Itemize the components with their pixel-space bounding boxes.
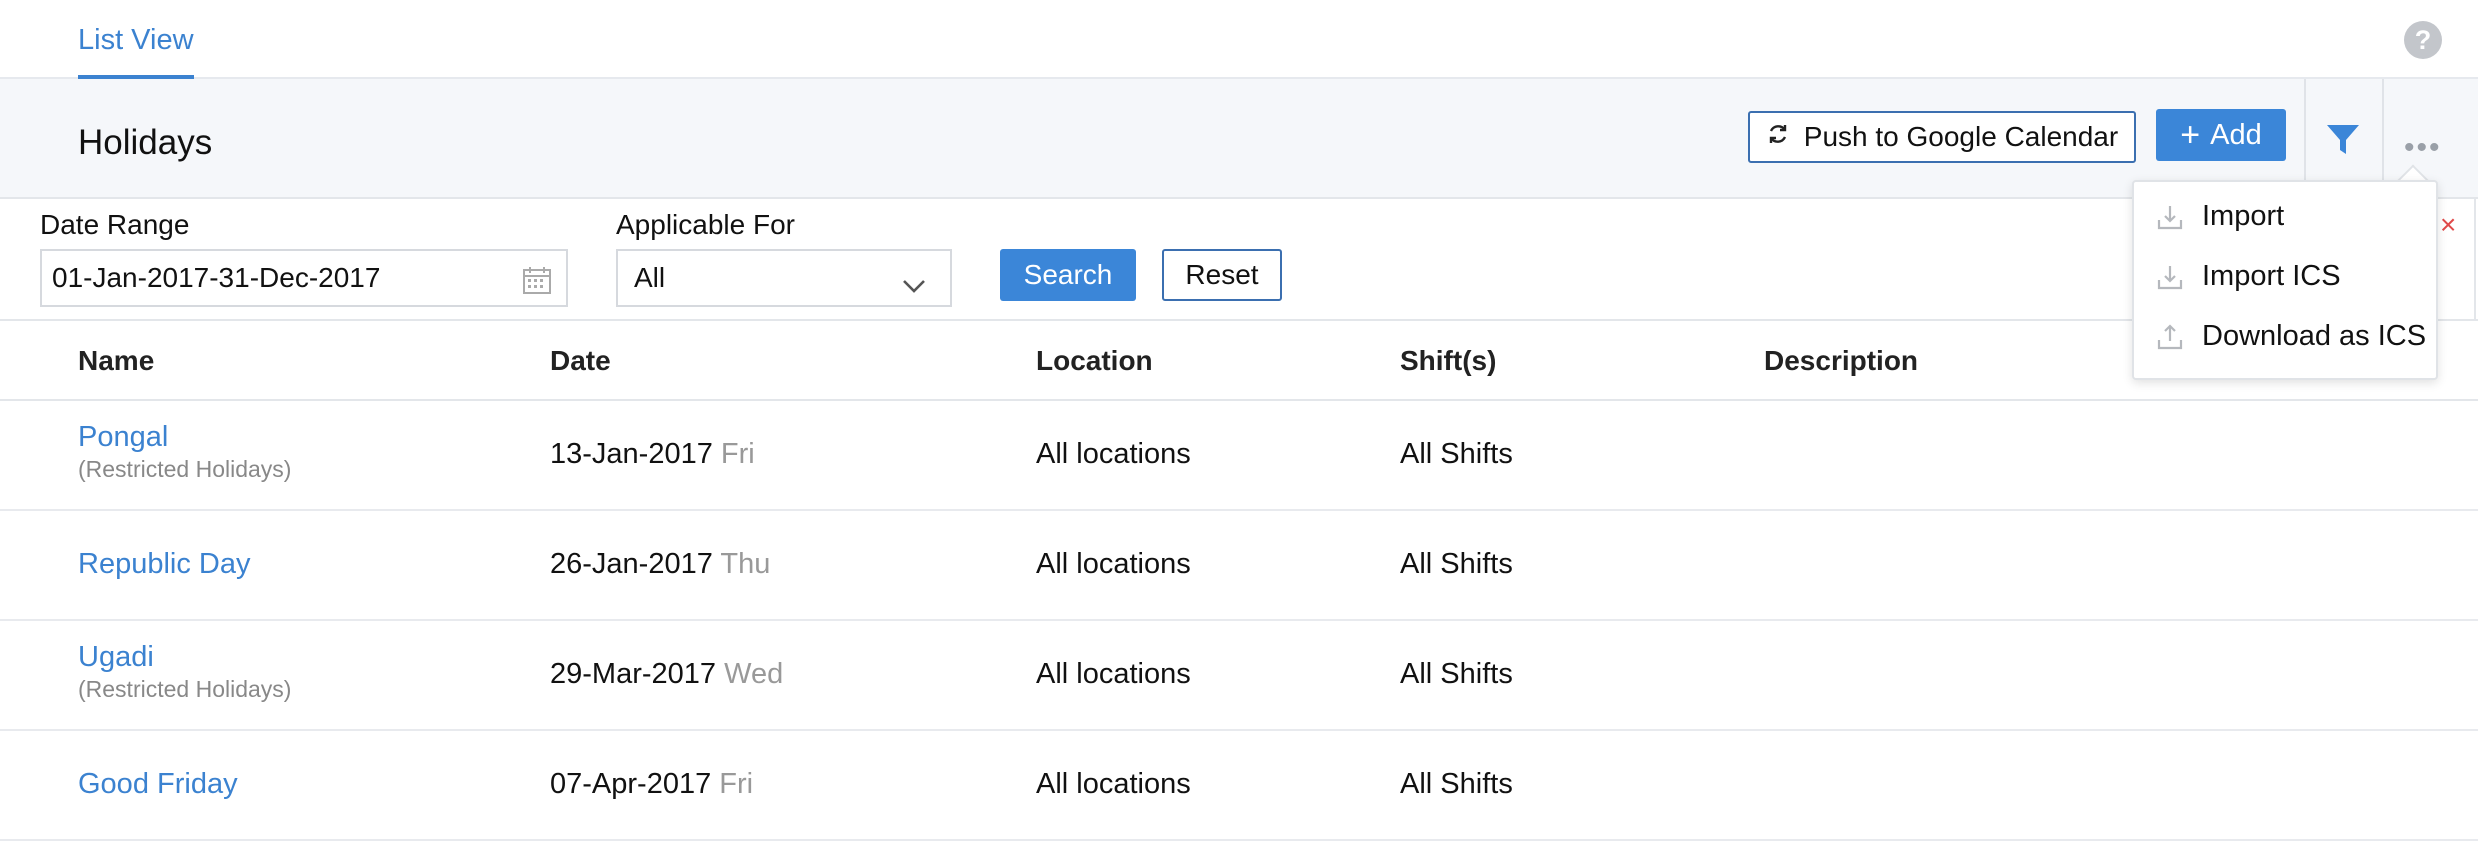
location-cell: All locations <box>1036 438 1191 470</box>
calendar-icon[interactable] <box>522 265 552 302</box>
holiday-date: 07-Apr-2017 <box>550 768 712 800</box>
chevron-down-icon <box>902 269 926 301</box>
search-button[interactable]: Search <box>1000 249 1136 301</box>
holiday-weekday: Wed <box>724 658 784 690</box>
holiday-date: 29-Mar-2017 <box>550 658 717 690</box>
menu-item-download-ics[interactable]: Download as ICS <box>2156 320 2426 353</box>
holiday-name-cell: Republic Day <box>78 548 250 581</box>
upload-icon <box>2157 323 2183 349</box>
table-row[interactable]: Republic Day 26-Jan-2017 Thu All locatio… <box>0 511 2478 621</box>
push-to-google-calendar-button[interactable]: Push to Google Calendar <box>1748 111 2136 163</box>
holiday-date: 13-Jan-2017 <box>550 438 713 470</box>
tab-bar: List View ? <box>0 0 2478 79</box>
column-header-date[interactable]: Date <box>550 345 611 377</box>
help-icon[interactable]: ? <box>2404 21 2442 59</box>
column-header-name[interactable]: Name <box>78 345 154 377</box>
menu-item-import[interactable]: Import <box>2156 200 2284 233</box>
date-cell: 13-Jan-2017 Fri <box>550 438 755 471</box>
holiday-type: (Restricted Holidays) <box>78 456 292 482</box>
applicable-for-value: All <box>634 262 666 293</box>
holiday-weekday: Fri <box>719 768 754 800</box>
more-options-icon[interactable]: ••• <box>2404 131 2442 165</box>
holiday-name-link[interactable]: Republic Day <box>78 548 250 581</box>
shifts-cell: All Shifts <box>1400 548 1513 580</box>
holiday-name-cell: Good Friday <box>78 768 238 801</box>
table-row[interactable]: Ugadi (Restricted Holidays) 29-Mar-2017 … <box>0 621 2478 731</box>
column-header-shifts[interactable]: Shift(s) <box>1400 345 1496 377</box>
shifts-cell: All Shifts <box>1400 438 1513 470</box>
push-label: Push to Google Calendar <box>1803 121 2119 152</box>
table-row[interactable]: Pongal (Restricted Holidays) 13-Jan-2017… <box>0 401 2478 511</box>
shifts-cell: All Shifts <box>1400 658 1513 690</box>
page-header: Holidays Push to Google Calendar + Add •… <box>0 79 2478 199</box>
tab-list-view[interactable]: List View <box>78 24 194 79</box>
location-cell: All locations <box>1036 768 1191 800</box>
more-options-menu: Import Import ICS Download as ICS <box>2132 180 2438 380</box>
page-title: Holidays <box>78 123 213 162</box>
plus-icon: + <box>2180 116 2201 154</box>
applicable-for-select[interactable]: All <box>616 249 952 307</box>
holiday-name-cell: Ugadi (Restricted Holidays) <box>78 641 291 703</box>
sync-icon <box>1766 121 1790 153</box>
import-icon <box>2157 205 2183 229</box>
holiday-weekday: Fri <box>720 438 755 470</box>
menu-item-label: Import ICS <box>2202 260 2341 292</box>
date-range-label: Date Range <box>40 209 190 240</box>
date-range-value: 01-Jan-2017-31-Dec-2017 <box>52 262 381 293</box>
date-cell: 29-Mar-2017 Wed <box>550 658 783 691</box>
menu-item-label: Import <box>2202 200 2285 232</box>
holiday-name-cell: Pongal (Restricted Holidays) <box>78 421 291 483</box>
column-header-location[interactable]: Location <box>1036 345 1153 377</box>
holiday-date: 26-Jan-2017 <box>550 548 713 580</box>
applicable-for-label: Applicable For <box>616 209 795 240</box>
holiday-name-link[interactable]: Good Friday <box>78 768 238 801</box>
location-cell: All locations <box>1036 658 1191 690</box>
table-row[interactable]: Good Friday 07-Apr-2017 Fri All location… <box>0 731 2478 841</box>
date-cell: 07-Apr-2017 Fri <box>550 768 753 801</box>
add-button[interactable]: + Add <box>2156 109 2286 161</box>
holiday-name-link[interactable]: Pongal <box>78 421 291 454</box>
menu-item-label: Download as ICS <box>2202 320 2427 352</box>
holiday-type: (Restricted Holidays) <box>78 676 292 702</box>
shifts-cell: All Shifts <box>1400 768 1513 800</box>
filter-icon[interactable] <box>2325 123 2361 162</box>
menu-item-import-ics[interactable]: Import ICS <box>2156 260 2341 293</box>
import-icon <box>2157 265 2183 289</box>
holiday-weekday: Thu <box>720 548 771 580</box>
close-icon[interactable]: × <box>2440 209 2456 241</box>
date-range-input[interactable]: 01-Jan-2017-31-Dec-2017 <box>40 249 568 307</box>
location-cell: All locations <box>1036 548 1191 580</box>
date-cell: 26-Jan-2017 Thu <box>550 548 770 581</box>
add-label: Add <box>2210 118 2262 151</box>
reset-button[interactable]: Reset <box>1162 249 1282 301</box>
column-header-description[interactable]: Description <box>1764 345 1918 377</box>
filter-panel: Date Range 01-Jan-2017-31-Dec-2017 Appli… <box>0 199 2478 321</box>
holiday-name-link[interactable]: Ugadi <box>78 641 291 674</box>
divider <box>2474 199 2476 321</box>
table-header: Name Date Location Shift(s) Description <box>0 321 2478 401</box>
